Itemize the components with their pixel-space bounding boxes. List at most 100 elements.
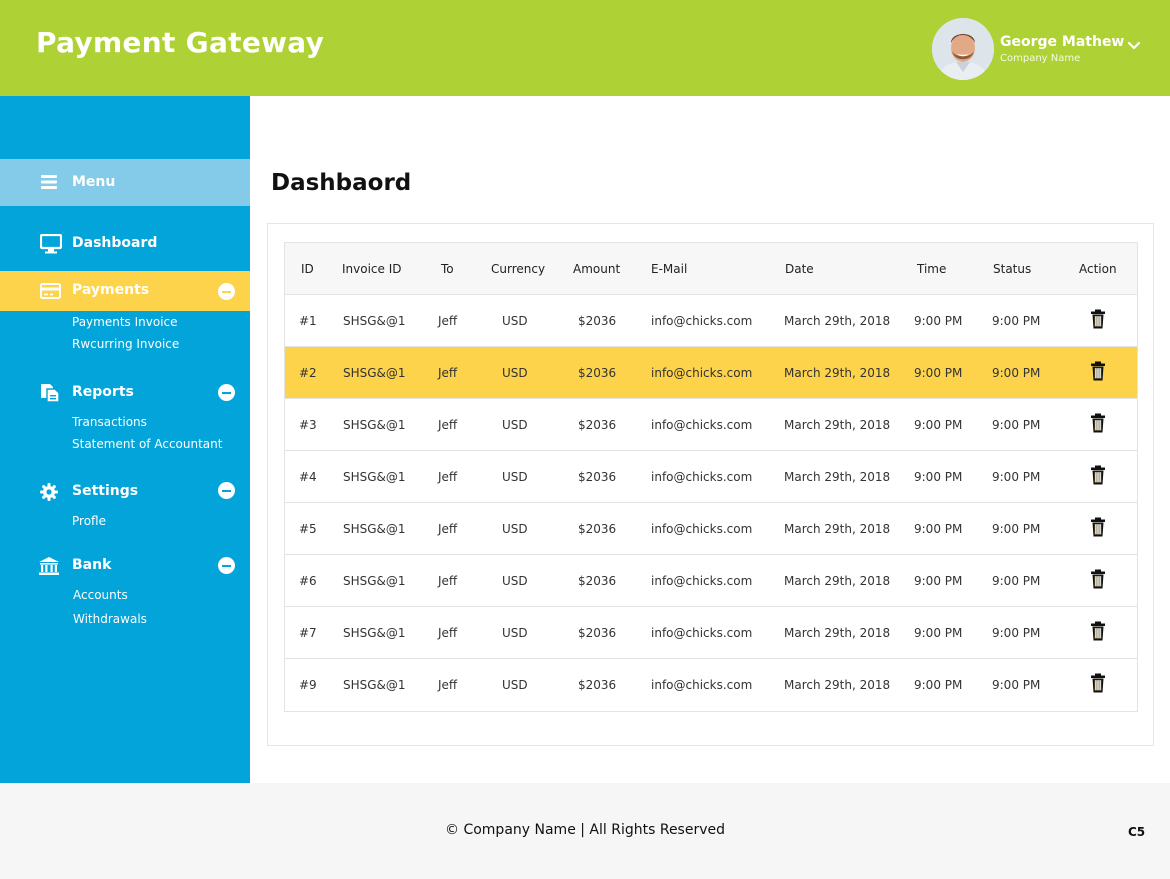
menu-label: Menu bbox=[72, 174, 116, 190]
sidebar-item-payments[interactable]: Payments bbox=[0, 271, 250, 311]
cell-amount: $2036 bbox=[578, 522, 617, 536]
column-header-action: Action bbox=[1079, 262, 1117, 276]
cell-status: 9:00 PM bbox=[992, 470, 1041, 484]
cell-currency: USD bbox=[502, 522, 528, 536]
trash-icon[interactable] bbox=[1089, 361, 1107, 381]
cell-currency: USD bbox=[502, 418, 528, 432]
sidebar-item-reports[interactable]: Reports bbox=[0, 373, 250, 413]
cell-currency: USD bbox=[502, 314, 528, 328]
cell-time: 9:00 PM bbox=[914, 366, 963, 380]
cell-currency: USD bbox=[502, 366, 528, 380]
cell-status: 9:00 PM bbox=[992, 366, 1041, 380]
avatar[interactable] bbox=[932, 18, 994, 80]
table-row[interactable]: #3 SHSG&@1 Jeff USD $2036 info@chicks.com Marc… bbox=[285, 399, 1137, 451]
table-row[interactable]: #5 SHSG&@1 Jeff USD $2036 info@chicks.com Marc… bbox=[285, 503, 1137, 555]
cell-email[interactable]: info@chicks.com bbox=[651, 522, 752, 536]
trash-icon[interactable] bbox=[1089, 621, 1107, 641]
sidebar-link-payments-invoice[interactable]: Payments Invoice bbox=[72, 315, 178, 329]
sidebar-link-profile[interactable]: Profle bbox=[72, 514, 106, 528]
collapse-icon[interactable] bbox=[218, 482, 235, 499]
cell-id: #4 bbox=[299, 470, 317, 484]
cell-date: March 29th, 2018 bbox=[784, 418, 891, 432]
cell-email[interactable]: info@chicks.com bbox=[651, 470, 752, 484]
cell-email[interactable]: info@chicks.com bbox=[651, 314, 752, 328]
footer: © Company Name | All Rights Reserved C5 bbox=[0, 783, 1170, 879]
cell-status: 9:00 PM bbox=[992, 626, 1041, 640]
cell-status: 9:00 PM bbox=[992, 418, 1041, 432]
cell-amount: $2036 bbox=[578, 418, 617, 432]
sidebar-item-label: Payments bbox=[72, 282, 150, 298]
sidebar-link-withdrawals[interactable]: Withdrawals bbox=[73, 612, 147, 626]
cell-date: March 29th, 2018 bbox=[784, 470, 891, 484]
table-row[interactable]: #4 SHSG&@1 Jeff USD $2036 info@chicks.com Marc… bbox=[285, 451, 1137, 503]
user-name: George Mathew bbox=[1000, 34, 1125, 50]
footer-code: C5 bbox=[1128, 825, 1146, 839]
trash-icon[interactable] bbox=[1089, 569, 1107, 589]
cell-email[interactable]: info@chicks.com bbox=[651, 366, 752, 380]
sidebar: Menu Dashboard Payments Payments Invoice… bbox=[0, 96, 250, 783]
cell-email[interactable]: info@chicks.com bbox=[651, 418, 752, 432]
table-header: ID Invoice ID To Currency Amount E-Mail … bbox=[285, 243, 1137, 295]
table-row[interactable]: #1 SHSG&@1 Jeff USD $2036 info@chicks.com Marc… bbox=[285, 295, 1137, 347]
collapse-icon[interactable] bbox=[218, 283, 235, 300]
cell-invoice-id: SHSG&@1 bbox=[343, 470, 406, 484]
trash-icon[interactable] bbox=[1089, 673, 1107, 693]
cell-status: 9:00 PM bbox=[992, 574, 1041, 588]
collapse-icon[interactable] bbox=[218, 557, 235, 574]
cell-invoice-id: SHSG&@1 bbox=[343, 314, 406, 328]
cell-to: Jeff bbox=[438, 366, 458, 380]
sidebar-link-transactions[interactable]: Transactions bbox=[72, 415, 147, 429]
trash-icon[interactable] bbox=[1089, 465, 1107, 485]
column-header-status: Status bbox=[993, 262, 1032, 276]
sidebar-link-recurring-invoice[interactable]: Rwcurring Invoice bbox=[72, 337, 179, 351]
cell-amount: $2036 bbox=[578, 678, 617, 692]
cell-email[interactable]: info@chicks.com bbox=[651, 626, 752, 640]
sidebar-item-settings[interactable]: Settings bbox=[0, 472, 250, 512]
cell-email[interactable]: info@chicks.com bbox=[651, 574, 752, 588]
sidebar-item-dashboard[interactable]: Dashboard bbox=[0, 224, 250, 264]
cell-to: Jeff bbox=[438, 574, 458, 588]
page-title: Dashbaord bbox=[271, 170, 412, 196]
table-row[interactable]: #7 SHSG&@1 Jeff USD $2036 info@chicks.com Marc… bbox=[285, 607, 1137, 659]
column-header-invoice-id: Invoice ID bbox=[342, 262, 402, 276]
chevron-down-icon[interactable] bbox=[1126, 38, 1142, 54]
credit-card-icon bbox=[40, 283, 61, 299]
app-title: Payment Gateway bbox=[36, 26, 325, 59]
trash-icon[interactable] bbox=[1089, 309, 1107, 329]
cell-currency: USD bbox=[502, 470, 528, 484]
cell-to: Jeff bbox=[438, 678, 458, 692]
copyright-text: © Company Name | All Rights Reserved bbox=[445, 822, 725, 838]
table-row[interactable]: #2 SHSG&@1 Jeff USD $2036 info@chicks.com Marc… bbox=[285, 347, 1137, 399]
cell-id: #9 bbox=[299, 678, 317, 692]
table-row[interactable]: #9 SHSG&@1 Jeff USD $2036 info@chicks.com Marc… bbox=[285, 659, 1137, 711]
hamburger-icon bbox=[41, 175, 57, 189]
user-menu[interactable]: George Mathew Company Name bbox=[932, 18, 1152, 80]
cell-invoice-id: SHSG&@1 bbox=[343, 678, 406, 692]
collapse-icon[interactable] bbox=[218, 384, 235, 401]
sidebar-link-accounts[interactable]: Accounts bbox=[73, 588, 128, 602]
trash-icon[interactable] bbox=[1089, 517, 1107, 537]
cell-id: #3 bbox=[299, 418, 317, 432]
sidebar-link-statement[interactable]: Statement of Accountant bbox=[72, 437, 222, 451]
cell-to: Jeff bbox=[438, 522, 458, 536]
cell-id: #6 bbox=[299, 574, 317, 588]
cell-status: 9:00 PM bbox=[992, 314, 1041, 328]
menu-toggle[interactable]: Menu bbox=[0, 159, 250, 206]
column-header-time: Time bbox=[917, 262, 947, 276]
cell-email[interactable]: info@chicks.com bbox=[651, 678, 752, 692]
table-row[interactable]: #6 SHSG&@1 Jeff USD $2036 info@chicks.com Marc… bbox=[285, 555, 1137, 607]
column-header-id: ID bbox=[301, 262, 314, 276]
cell-amount: $2036 bbox=[578, 574, 617, 588]
cell-time: 9:00 PM bbox=[914, 522, 963, 536]
cell-date: March 29th, 2018 bbox=[784, 522, 891, 536]
trash-icon[interactable] bbox=[1089, 413, 1107, 433]
invoice-table: ID Invoice ID To Currency Amount E-Mail … bbox=[284, 242, 1138, 712]
table-body: #1 SHSG&@1 Jeff USD $2036 info@chicks.com Marc… bbox=[285, 295, 1137, 711]
cell-id: #7 bbox=[299, 626, 317, 640]
sidebar-item-bank[interactable]: Bank bbox=[0, 546, 250, 586]
column-header-currency: Currency bbox=[491, 262, 546, 276]
cell-time: 9:00 PM bbox=[914, 314, 963, 328]
sidebar-item-label: Bank bbox=[72, 557, 112, 573]
column-header-amount: Amount bbox=[573, 262, 621, 276]
sidebar-item-label: Reports bbox=[72, 384, 134, 400]
